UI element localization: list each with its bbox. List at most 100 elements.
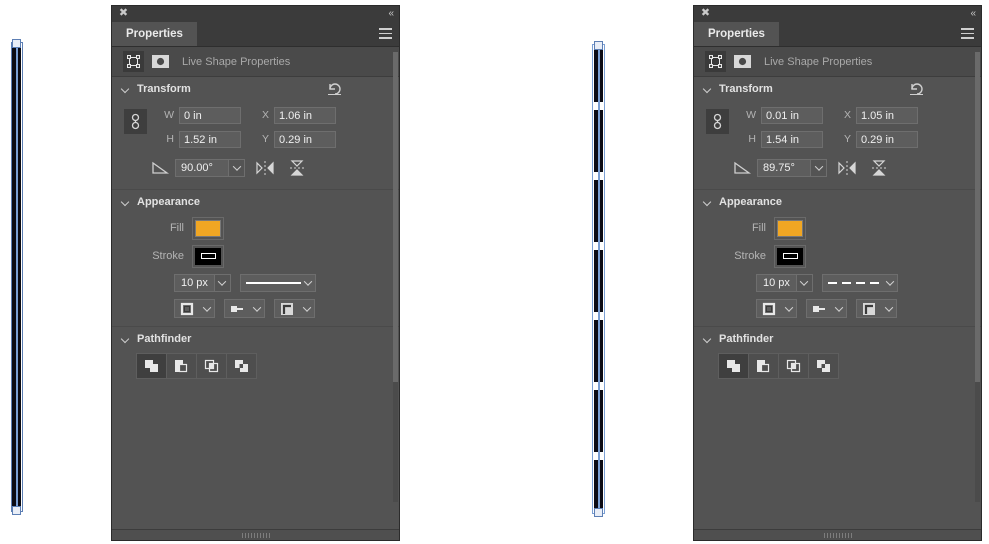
chevron-down-icon[interactable] bbox=[199, 300, 214, 317]
width-input[interactable]: 0 in bbox=[179, 106, 241, 124]
transform-header[interactable]: Transform bbox=[694, 77, 981, 101]
panel-scrollbar[interactable] bbox=[975, 52, 980, 502]
resize-grip[interactable] bbox=[823, 533, 852, 538]
shape-bounds-icon[interactable] bbox=[705, 51, 726, 72]
rotation-angle-input[interactable]: 89.75° bbox=[757, 159, 827, 177]
stroke-cap-dropdown[interactable] bbox=[806, 299, 847, 318]
panel-menu-icon[interactable] bbox=[379, 28, 392, 39]
panel-titlebar: ✖ « bbox=[112, 6, 399, 22]
pathfinder-header[interactable]: Pathfinder bbox=[112, 327, 399, 351]
intersect-icon[interactable] bbox=[778, 353, 809, 379]
chevron-down-icon[interactable] bbox=[122, 85, 131, 94]
rotation-angle-input[interactable]: 90.00° bbox=[175, 159, 245, 177]
chevron-down-icon[interactable] bbox=[810, 160, 826, 176]
stroke-width-input[interactable]: 10 px bbox=[756, 274, 813, 292]
fill-swatch-wrap bbox=[774, 216, 806, 240]
panel-resize-bar[interactable] bbox=[112, 529, 399, 540]
chevron-down-icon[interactable] bbox=[213, 275, 230, 291]
chevron-down-icon[interactable] bbox=[249, 300, 264, 317]
close-icon[interactable]: ✖ bbox=[700, 8, 711, 19]
chevron-down-icon[interactable] bbox=[883, 277, 897, 286]
y-input[interactable]: 0.29 in bbox=[274, 130, 336, 148]
tab-properties[interactable]: Properties bbox=[112, 22, 197, 46]
x-input[interactable]: 1.06 in bbox=[274, 106, 336, 124]
minus-front-icon[interactable] bbox=[748, 353, 779, 379]
stroke-align-dropdown[interactable] bbox=[174, 299, 215, 318]
ellipse-shape-icon[interactable] bbox=[732, 51, 753, 72]
chevron-down-icon[interactable] bbox=[299, 300, 314, 317]
chevron-down-icon[interactable] bbox=[704, 85, 713, 94]
stroke-width-input[interactable]: 10 px bbox=[174, 274, 231, 292]
ellipse-shape-icon[interactable] bbox=[150, 51, 171, 72]
shape-bounds-icon[interactable] bbox=[123, 51, 144, 72]
x-label: X bbox=[261, 109, 269, 121]
flip-vertical-icon[interactable] bbox=[867, 158, 891, 178]
link-dimensions-icon[interactable] bbox=[124, 109, 147, 134]
height-input[interactable]: 1.54 in bbox=[761, 130, 823, 148]
panel-menu-icon[interactable] bbox=[961, 28, 974, 39]
chevron-down-icon[interactable] bbox=[301, 277, 315, 286]
collapse-panel-icon[interactable]: « bbox=[970, 8, 975, 19]
unite-icon[interactable] bbox=[136, 353, 167, 379]
y-label: Y bbox=[843, 133, 851, 145]
reset-icon[interactable] bbox=[909, 81, 925, 96]
stroke-join-dropdown[interactable] bbox=[274, 299, 315, 318]
collapse-panel-icon[interactable]: « bbox=[388, 8, 393, 19]
pathfinder-header[interactable]: Pathfinder bbox=[694, 327, 981, 351]
y-input[interactable]: 0.29 in bbox=[856, 130, 918, 148]
close-icon[interactable]: ✖ bbox=[118, 8, 129, 19]
height-input[interactable]: 1.52 in bbox=[179, 130, 241, 148]
anchor-point-top[interactable] bbox=[12, 39, 21, 48]
appearance-header[interactable]: Appearance bbox=[112, 190, 399, 214]
fill-color-swatch[interactable] bbox=[777, 219, 803, 237]
resize-grip[interactable] bbox=[241, 533, 270, 538]
stroke-color-swatch[interactable] bbox=[195, 247, 221, 265]
chevron-down-icon[interactable] bbox=[228, 160, 244, 176]
chevron-down-icon[interactable] bbox=[781, 300, 796, 317]
stroke-style-dropdown[interactable] bbox=[239, 274, 316, 292]
transform-header[interactable]: Transform bbox=[112, 77, 399, 101]
transform-fields: W 0.01 in X 1.05 in H 1.54 in Y 0.29 in bbox=[694, 101, 981, 181]
chevron-down-icon[interactable] bbox=[704, 335, 713, 344]
canvas-shape-left-solid[interactable] bbox=[8, 39, 26, 515]
minus-front-icon[interactable] bbox=[166, 353, 197, 379]
stroke-cap-dropdown[interactable] bbox=[224, 299, 265, 318]
chevron-down-icon[interactable] bbox=[122, 198, 131, 207]
flip-horizontal-icon[interactable] bbox=[835, 158, 859, 178]
chevron-down-icon[interactable] bbox=[831, 300, 846, 317]
anchor-point-top[interactable] bbox=[594, 41, 603, 50]
section-title: Pathfinder bbox=[719, 333, 774, 345]
stroke-color-swatch[interactable] bbox=[777, 247, 803, 265]
link-dimensions-icon[interactable] bbox=[706, 109, 729, 134]
fill-color-swatch[interactable] bbox=[195, 219, 221, 237]
anchor-point-bottom[interactable] bbox=[12, 506, 21, 515]
flip-horizontal-icon[interactable] bbox=[253, 158, 277, 178]
stroke-join-dropdown[interactable] bbox=[856, 299, 897, 318]
stroke-align-dropdown[interactable] bbox=[756, 299, 797, 318]
stroke-style-preview bbox=[245, 282, 301, 284]
exclude-icon[interactable] bbox=[226, 353, 257, 379]
height-label: H bbox=[748, 133, 756, 145]
chevron-down-icon[interactable] bbox=[795, 275, 812, 291]
width-label: W bbox=[746, 109, 756, 121]
appearance-header[interactable]: Appearance bbox=[694, 190, 981, 214]
unite-icon[interactable] bbox=[718, 353, 749, 379]
exclude-icon[interactable] bbox=[808, 353, 839, 379]
tab-properties[interactable]: Properties bbox=[694, 22, 779, 46]
panel-resize-bar[interactable] bbox=[694, 529, 981, 540]
flip-vertical-icon[interactable] bbox=[285, 158, 309, 178]
chevron-down-icon[interactable] bbox=[122, 335, 131, 344]
anchor-point-bottom[interactable] bbox=[594, 508, 603, 517]
stroke-align-icon bbox=[757, 300, 781, 317]
intersect-icon[interactable] bbox=[196, 353, 227, 379]
stroke-style-dropdown[interactable] bbox=[821, 274, 898, 292]
live-shape-label: Live Shape Properties bbox=[764, 55, 873, 68]
x-input[interactable]: 1.05 in bbox=[856, 106, 918, 124]
canvas-shape-middle-dashed[interactable] bbox=[590, 41, 608, 517]
chevron-down-icon[interactable] bbox=[881, 300, 896, 317]
width-input[interactable]: 0.01 in bbox=[761, 106, 823, 124]
chevron-down-icon[interactable] bbox=[704, 198, 713, 207]
panel-scrollbar[interactable] bbox=[393, 52, 398, 502]
reset-icon[interactable] bbox=[327, 81, 343, 96]
section-title: Appearance bbox=[719, 196, 782, 208]
